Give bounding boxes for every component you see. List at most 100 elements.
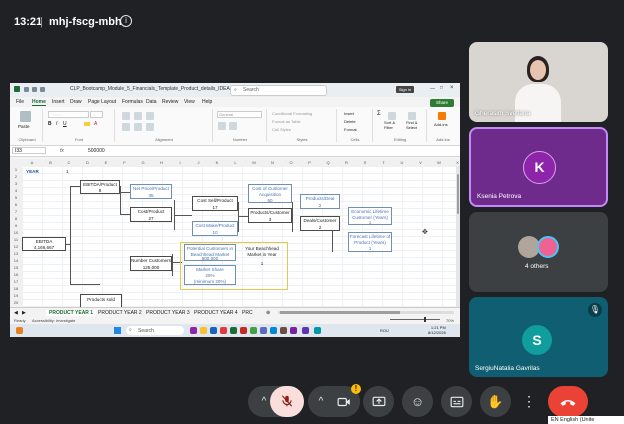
row-header[interactable]: 5 xyxy=(10,195,22,200)
undo-icon[interactable] xyxy=(40,87,45,92)
align-middle-icon[interactable] xyxy=(134,112,142,120)
row-header[interactable]: 19 xyxy=(10,293,22,298)
row-header[interactable]: 8 xyxy=(10,216,22,221)
insert-cells-button[interactable]: Insert xyxy=(344,111,354,116)
row-header[interactable]: 12 xyxy=(10,244,22,249)
app-icon[interactable] xyxy=(302,327,309,334)
cell-styles-button[interactable]: Cell Styles xyxy=(272,127,291,132)
sort-filter-icon[interactable] xyxy=(388,112,396,120)
row-header[interactable]: 13 xyxy=(10,251,22,256)
align-top-icon[interactable] xyxy=(122,112,130,120)
hscroll-thumb[interactable] xyxy=(280,311,400,314)
column-header[interactable]: U xyxy=(392,160,412,165)
row-header[interactable]: 20 xyxy=(10,300,22,305)
column-header[interactable]: G xyxy=(133,160,153,165)
find-select-icon[interactable] xyxy=(408,112,416,120)
participant-tile-2[interactable]: K Ksenia Petrova xyxy=(469,127,608,207)
column-header[interactable]: P xyxy=(300,160,320,165)
column-header[interactable]: E xyxy=(96,160,116,165)
accessibility-status[interactable]: Accessibility: Investigate xyxy=(32,318,75,323)
menu-data[interactable]: Data xyxy=(146,99,157,105)
row-header[interactable]: 2 xyxy=(10,174,22,179)
edge-icon[interactable] xyxy=(210,327,217,334)
italic-icon[interactable]: I xyxy=(56,121,57,127)
share-button[interactable]: Share xyxy=(430,99,454,107)
fx-icon[interactable]: fx xyxy=(60,148,64,154)
menu-file[interactable]: File xyxy=(16,99,24,105)
column-header[interactable]: X xyxy=(448,160,461,165)
participant-tile-1[interactable]: Gherasim Svetlana xyxy=(469,42,608,122)
menu-insert[interactable]: Insert xyxy=(52,99,65,105)
delete-cells-button[interactable]: Delete xyxy=(344,119,356,124)
column-header[interactable]: K xyxy=(207,160,227,165)
leave-call-button[interactable] xyxy=(548,386,588,417)
column-header[interactable]: J xyxy=(189,160,209,165)
menu-page-layout[interactable]: Page Layout xyxy=(88,99,116,105)
column-header[interactable]: W xyxy=(429,160,449,165)
bold-icon[interactable]: B xyxy=(48,121,52,127)
present-button[interactable] xyxy=(363,386,394,417)
formula-input[interactable]: 500000 xyxy=(88,148,105,154)
app-icon[interactable] xyxy=(314,327,321,334)
format-cells-button[interactable]: Format xyxy=(344,127,357,132)
percent-icon[interactable] xyxy=(229,122,237,130)
close-icon[interactable]: × xyxy=(450,85,454,91)
column-header[interactable]: R xyxy=(337,160,357,165)
number-format-select[interactable]: General xyxy=(217,111,262,118)
merge-icon[interactable] xyxy=(146,123,154,131)
participant-tile-4[interactable]: S 🎙 SergiuNatalia Gavrilas xyxy=(469,297,608,377)
menu-draw[interactable]: Draw xyxy=(70,99,82,105)
column-header[interactable]: M xyxy=(244,160,264,165)
autosum-icon[interactable]: Σ xyxy=(377,111,381,117)
column-header[interactable]: Q xyxy=(318,160,338,165)
column-header[interactable]: D xyxy=(78,160,98,165)
column-header[interactable]: F xyxy=(115,160,135,165)
conditional-formatting-button[interactable]: Conditional Formatting xyxy=(272,111,312,116)
menu-view[interactable]: View xyxy=(184,99,195,105)
taskbar-search[interactable]: ⌕ Search xyxy=(126,326,184,335)
fill-color-icon[interactable] xyxy=(84,122,90,126)
participant-tile-others[interactable]: 4 others xyxy=(469,212,608,292)
reactions-button[interactable]: ☺ xyxy=(402,386,433,417)
info-icon[interactable]: i xyxy=(120,15,132,27)
row-header[interactable]: 16 xyxy=(10,272,22,277)
row-header[interactable]: 3 xyxy=(10,181,22,186)
row-header[interactable]: 4 xyxy=(10,188,22,193)
align-left-icon[interactable] xyxy=(122,123,130,131)
excel-taskbar-icon[interactable] xyxy=(230,327,237,334)
app-icon[interactable] xyxy=(280,327,287,334)
column-header[interactable]: O xyxy=(281,160,301,165)
save-icon[interactable] xyxy=(32,87,37,92)
scrollbar-thumb[interactable] xyxy=(457,174,459,214)
row-header[interactable]: 9 xyxy=(10,223,22,228)
store-icon[interactable] xyxy=(220,327,227,334)
column-header[interactable]: A xyxy=(22,160,42,165)
file-explorer-icon[interactable] xyxy=(200,327,207,334)
raise-hand-button[interactable]: ✋ xyxy=(480,386,511,417)
column-header[interactable]: V xyxy=(411,160,431,165)
column-header[interactable]: L xyxy=(226,160,246,165)
font-color-icon[interactable]: A xyxy=(94,121,97,127)
row-header[interactable]: 7 xyxy=(10,209,22,214)
horizontal-scrollbar[interactable] xyxy=(278,311,454,314)
zoom-slider[interactable] xyxy=(390,317,440,322)
row-header[interactable]: 14 xyxy=(10,258,22,263)
camera-button[interactable]: ! xyxy=(328,384,361,417)
row-header[interactable]: 1 xyxy=(10,167,22,172)
menu-home[interactable]: Home xyxy=(32,99,46,106)
currency-icon[interactable] xyxy=(218,122,226,130)
menu-formulas[interactable]: Formulas xyxy=(122,99,143,105)
zoom-handle[interactable] xyxy=(424,317,426,322)
column-header[interactable]: C xyxy=(59,160,79,165)
format-as-table-button[interactable]: Format as Table xyxy=(272,119,301,124)
font-size-select[interactable]: 11 xyxy=(90,111,103,118)
spreadsheet-grid[interactable]: YEAR 1 EBITDA 4,166,667 EBITDA/Product 8… xyxy=(22,166,456,335)
excel-search-box[interactable]: ⌕ Search xyxy=(230,85,327,96)
row-header[interactable]: 15 xyxy=(10,265,22,270)
column-header[interactable]: T xyxy=(374,160,394,165)
word-icon[interactable] xyxy=(270,327,277,334)
weather-icon[interactable] xyxy=(16,327,23,334)
more-options-button[interactable]: ⋮ xyxy=(518,386,540,417)
minimize-icon[interactable]: — xyxy=(430,86,435,92)
column-header[interactable]: S xyxy=(355,160,375,165)
